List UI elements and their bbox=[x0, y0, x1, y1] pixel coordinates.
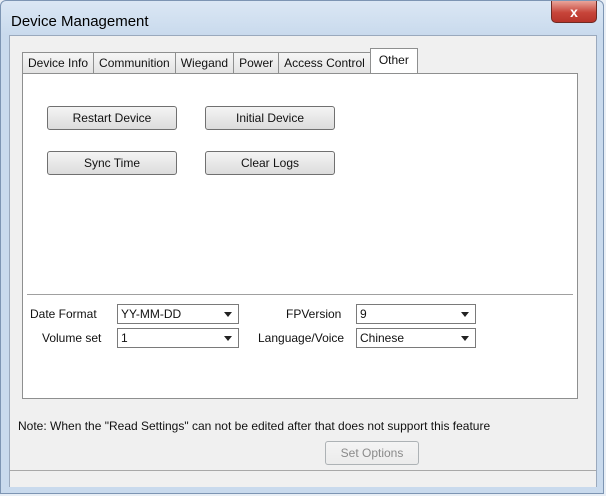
chevron-down-icon bbox=[461, 312, 469, 317]
close-button[interactable]: x bbox=[551, 1, 597, 23]
volume-set-select[interactable]: 1 bbox=[117, 328, 239, 348]
language-voice-value: Chinese bbox=[360, 331, 405, 345]
date-format-select[interactable]: YY-MM-DD bbox=[117, 304, 239, 324]
tab-wiegand[interactable]: Wiegand bbox=[174, 52, 235, 73]
fp-version-label: FPVersion bbox=[286, 307, 342, 321]
window-title: Device Management bbox=[11, 13, 149, 30]
close-icon: x bbox=[570, 3, 578, 20]
tab-device-info[interactable]: Device Info bbox=[22, 52, 95, 73]
volume-set-value: 1 bbox=[121, 331, 128, 345]
device-management-window: Device Management x Device Info Communit… bbox=[0, 0, 604, 494]
note-text: Note: When the "Read Settings" can not b… bbox=[18, 419, 491, 433]
clear-logs-button[interactable]: Clear Logs bbox=[205, 151, 335, 175]
chevron-down-icon bbox=[224, 336, 232, 341]
language-voice-select[interactable]: Chinese bbox=[356, 328, 476, 348]
fp-version-value: 9 bbox=[360, 307, 367, 321]
restart-device-button[interactable]: Restart Device bbox=[47, 106, 177, 130]
tab-access-control[interactable]: Access Control bbox=[278, 52, 371, 73]
tab-other[interactable]: Other bbox=[369, 48, 418, 73]
set-options-button[interactable]: Set Options bbox=[325, 441, 419, 465]
section-divider bbox=[27, 294, 573, 296]
language-voice-label: Language/Voice bbox=[258, 331, 345, 345]
tab-communition[interactable]: Communition bbox=[93, 52, 176, 73]
tab-strip: Device Info Communition Wiegand Power Ac… bbox=[22, 48, 418, 73]
date-format-label: Date Format bbox=[30, 307, 97, 321]
chevron-down-icon bbox=[224, 312, 232, 317]
date-format-value: YY-MM-DD bbox=[121, 307, 182, 321]
chevron-down-icon bbox=[461, 336, 469, 341]
volume-set-label: Volume set bbox=[42, 331, 102, 345]
sync-time-button[interactable]: Sync Time bbox=[47, 151, 177, 175]
tab-panel-other: Restart Device Initial Device Sync Time … bbox=[22, 73, 578, 399]
initial-device-button[interactable]: Initial Device bbox=[205, 106, 335, 130]
status-bar bbox=[10, 470, 596, 487]
tab-power[interactable]: Power bbox=[233, 52, 280, 73]
window-client-area: Device Info Communition Wiegand Power Ac… bbox=[9, 35, 597, 487]
fp-version-select[interactable]: 9 bbox=[356, 304, 476, 324]
